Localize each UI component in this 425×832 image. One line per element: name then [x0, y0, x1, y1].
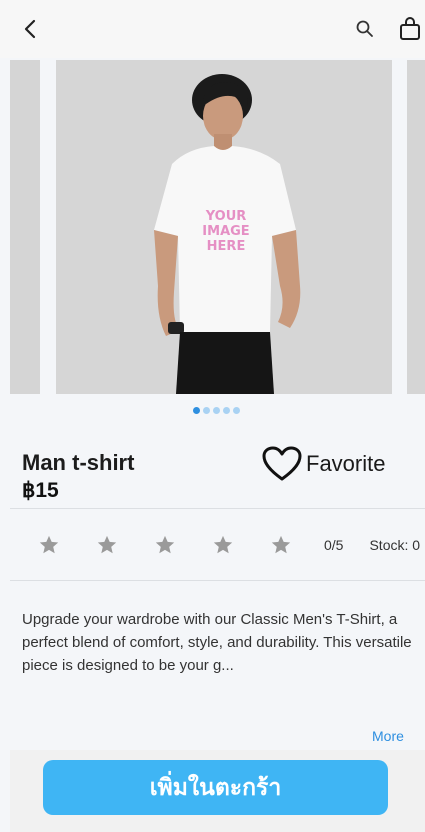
tshirt-print: YOUR IMAGE HERE [202, 209, 249, 254]
favorite-button[interactable]: Favorite [262, 444, 385, 484]
carousel-dot[interactable] [223, 406, 230, 414]
carousel-dot[interactable] [193, 406, 200, 414]
divider [10, 508, 425, 509]
star-icon [271, 535, 291, 554]
star-icon [39, 535, 59, 554]
star-icon [213, 535, 233, 554]
rating-star-1[interactable] [34, 530, 64, 560]
model-tshirt-illustration: YOUR IMAGE HERE [154, 74, 301, 394]
star-icon [155, 535, 175, 554]
more-link[interactable]: More [372, 728, 404, 744]
tshirt-print-line-2: IMAGE [202, 224, 249, 239]
search-button[interactable] [348, 12, 382, 46]
product-description: Upgrade your wardrobe with our Classic M… [22, 611, 412, 674]
next-slide-peek[interactable] [407, 60, 425, 394]
previous-slide-peek[interactable] [10, 60, 40, 394]
tshirt-print-line-1: YOUR [205, 209, 247, 224]
product-image[interactable]: YOUR IMAGE HERE [56, 60, 392, 394]
carousel-dot[interactable] [233, 406, 240, 414]
tshirt-print-line-3: HERE [207, 239, 246, 254]
add-to-cart-button[interactable]: เพิ่มในตะกร้า [43, 760, 388, 815]
favorite-label: Favorite [306, 451, 386, 476]
rating-star-4[interactable] [208, 530, 238, 560]
heart-outline-icon [262, 446, 302, 481]
divider [10, 580, 425, 581]
shopping-bag-icon [400, 17, 420, 40]
rating-star-2[interactable] [92, 530, 122, 560]
star-icon [97, 535, 117, 554]
product-price: ฿15 [22, 479, 59, 502]
chevron-left-icon [24, 19, 36, 39]
app-bar [0, 0, 425, 58]
cart-button[interactable] [398, 12, 425, 46]
carousel-dot[interactable] [213, 406, 220, 414]
rating-star-5[interactable] [266, 530, 296, 560]
product-image-carousel[interactable]: YOUR IMAGE HERE [0, 58, 425, 402]
rating-value: 0/5 [324, 537, 344, 553]
carousel-indicator [193, 405, 240, 415]
rating-star-3[interactable] [150, 530, 180, 560]
carousel-dot[interactable] [203, 406, 210, 414]
stock-count: Stock: 0 [369, 537, 421, 553]
rating-row: 0/5 Stock: 0 [34, 530, 420, 560]
back-button[interactable] [14, 12, 48, 46]
search-icon [356, 20, 373, 37]
product-title: Man t-shirt [22, 450, 135, 475]
